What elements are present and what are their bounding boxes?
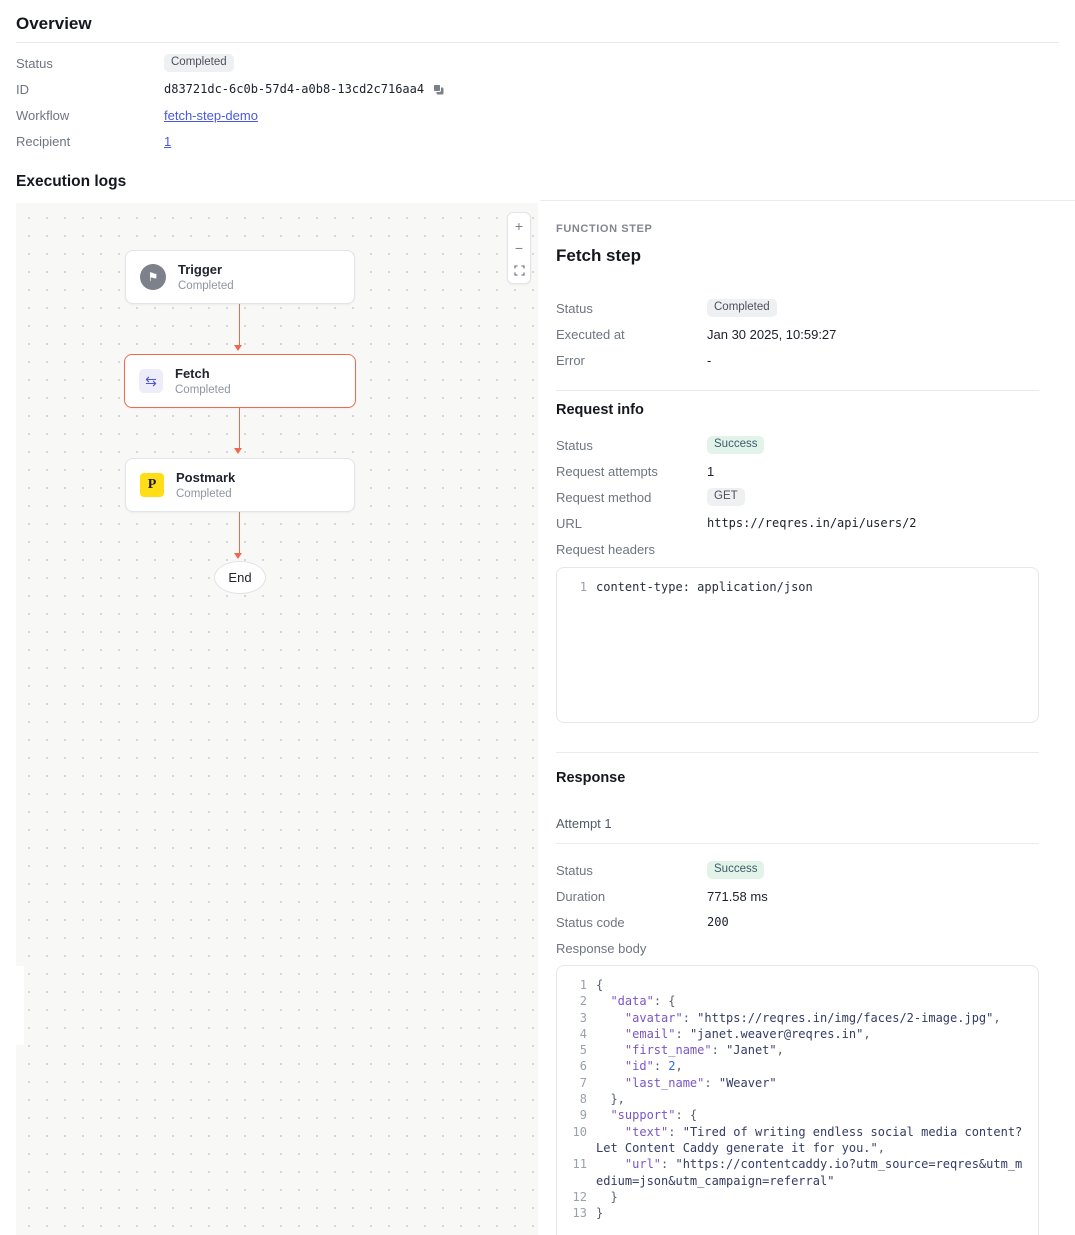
step-title: Fetch step bbox=[556, 246, 641, 266]
workflow-label: Workflow bbox=[16, 108, 164, 123]
zoom-in-button[interactable]: + bbox=[508, 215, 530, 237]
zoom-in-icon: + bbox=[515, 218, 523, 234]
execution-logs-title: Execution logs bbox=[16, 173, 126, 191]
zoom-out-button[interactable]: − bbox=[508, 237, 530, 259]
overview-recipient-row: Recipient 1 bbox=[16, 128, 536, 154]
headers-label: Request headers bbox=[556, 542, 707, 557]
copy-icon bbox=[432, 83, 445, 96]
status-label: Status bbox=[556, 863, 707, 878]
executed-at-label: Executed at bbox=[556, 327, 707, 342]
request-url-row: URL https://reqres.in/api/users/2 bbox=[556, 510, 1039, 536]
overview-status-row: Status Completed bbox=[16, 50, 536, 76]
request-headers-code-block: 1content-type: application/json bbox=[556, 567, 1039, 723]
url-value: https://reqres.in/api/users/2 bbox=[707, 516, 917, 530]
panel-top-divider bbox=[540, 200, 1075, 201]
flow-edge bbox=[239, 408, 241, 448]
workflow-link[interactable]: fetch-step-demo bbox=[164, 108, 258, 123]
method-label: Request method bbox=[556, 490, 707, 505]
node-title: Trigger bbox=[178, 262, 234, 277]
node-status: Completed bbox=[175, 384, 231, 396]
response-body-label: Response body bbox=[556, 941, 707, 956]
request-info-title: Request info bbox=[556, 402, 644, 418]
url-label: URL bbox=[556, 516, 707, 531]
response-body-row: Response body bbox=[556, 935, 1039, 961]
attempt-divider bbox=[556, 843, 1039, 844]
transaction-id-value: d83721dc-6c0b-57d4-a0b8-13cd2c716aa4 bbox=[164, 82, 424, 96]
section-divider bbox=[556, 390, 1039, 391]
attempt-label: Attempt 1 bbox=[556, 816, 612, 831]
flow-edge-arrowhead bbox=[234, 345, 242, 351]
swap-arrows-icon: ⇆ bbox=[139, 369, 163, 393]
copy-id-button[interactable] bbox=[432, 83, 445, 96]
request-headers-row: Request headers bbox=[556, 536, 1039, 562]
flow-edge bbox=[239, 304, 241, 345]
node-postmark[interactable]: P Postmark Completed bbox=[125, 458, 355, 512]
step-kicker: FUNCTION STEP bbox=[556, 223, 652, 235]
node-fetch[interactable]: ⇆ Fetch Completed bbox=[124, 354, 356, 408]
response-status-row: Status Success bbox=[556, 857, 1039, 883]
overview-id-row: ID d83721dc-6c0b-57d4-a0b8-13cd2c716aa4 bbox=[16, 76, 536, 102]
fit-view-button[interactable] bbox=[508, 259, 530, 281]
flag-icon: ⚑ bbox=[140, 264, 166, 290]
duration-label: Duration bbox=[556, 889, 707, 904]
duration-value: 771.58 ms bbox=[707, 889, 768, 904]
canvas-controls: + − bbox=[507, 212, 531, 284]
recipient-link[interactable]: 1 bbox=[164, 134, 171, 149]
flow-edge-arrowhead bbox=[234, 553, 242, 559]
postmark-icon: P bbox=[140, 473, 164, 497]
id-label: ID bbox=[16, 82, 164, 97]
status-label: Status bbox=[16, 56, 164, 71]
step-status-row: Status Completed bbox=[556, 295, 1039, 321]
section-divider bbox=[556, 752, 1039, 753]
zoom-out-icon: − bbox=[515, 240, 523, 256]
node-status: Completed bbox=[176, 488, 235, 500]
executed-at-row: Executed at Jan 30 2025, 10:59:27 bbox=[556, 321, 1039, 347]
error-label: Error bbox=[556, 353, 707, 368]
flow-edge-arrowhead bbox=[234, 448, 242, 454]
attempts-value: 1 bbox=[707, 464, 714, 479]
status-label: Status bbox=[556, 438, 707, 453]
status-code-row: Status code 200 bbox=[556, 909, 1039, 935]
end-node-label: End bbox=[228, 570, 251, 585]
step-meta-rows: Status Completed Executed at Jan 30 2025… bbox=[556, 295, 1039, 373]
error-row: Error - bbox=[556, 347, 1039, 373]
response-rows: Status Success Duration 771.58 ms Status… bbox=[556, 857, 1039, 961]
method-badge: GET bbox=[707, 488, 745, 506]
request-method-row: Request method GET bbox=[556, 484, 1039, 510]
attempts-label: Request attempts bbox=[556, 464, 707, 479]
status-badge: Completed bbox=[164, 54, 234, 72]
status-code-value: 200 bbox=[707, 915, 729, 929]
executed-at-value: Jan 30 2025, 10:59:27 bbox=[707, 327, 836, 342]
status-label: Status bbox=[556, 301, 707, 316]
request-attempts-row: Request attempts 1 bbox=[556, 458, 1039, 484]
node-end[interactable]: End bbox=[214, 561, 266, 594]
flow-edge bbox=[239, 512, 241, 553]
overview-workflow-row: Workflow fetch-step-demo bbox=[16, 102, 536, 128]
response-status-badge: Success bbox=[707, 861, 764, 879]
workflow-canvas[interactable]: ⚑ Trigger Completed ⇆ Fetch Completed P … bbox=[16, 203, 538, 1235]
node-title: Fetch bbox=[175, 366, 231, 381]
overview-title: Overview bbox=[16, 14, 92, 34]
error-value: - bbox=[707, 353, 711, 368]
status-code-label: Status code bbox=[556, 915, 707, 930]
recipient-label: Recipient bbox=[16, 134, 164, 149]
fit-view-icon bbox=[514, 265, 525, 276]
node-status: Completed bbox=[178, 280, 234, 292]
step-status-badge: Completed bbox=[707, 299, 777, 317]
canvas-edge-fragment bbox=[16, 966, 24, 1045]
duration-row: Duration 771.58 ms bbox=[556, 883, 1039, 909]
request-info-rows: Status Success Request attempts 1 Reques… bbox=[556, 432, 1039, 562]
response-body-code-block: 1{2 "data": {3 "avatar": "https://reqres… bbox=[556, 965, 1039, 1235]
node-trigger[interactable]: ⚑ Trigger Completed bbox=[125, 250, 355, 304]
response-title: Response bbox=[556, 770, 625, 786]
page: Overview Status Completed ID d83721dc-6c… bbox=[0, 0, 1075, 1235]
overview-divider bbox=[16, 42, 1059, 43]
node-title: Postmark bbox=[176, 470, 235, 485]
overview-rows: Status Completed ID d83721dc-6c0b-57d4-a… bbox=[16, 50, 536, 154]
request-status-row: Status Success bbox=[556, 432, 1039, 458]
request-status-badge: Success bbox=[707, 436, 764, 454]
